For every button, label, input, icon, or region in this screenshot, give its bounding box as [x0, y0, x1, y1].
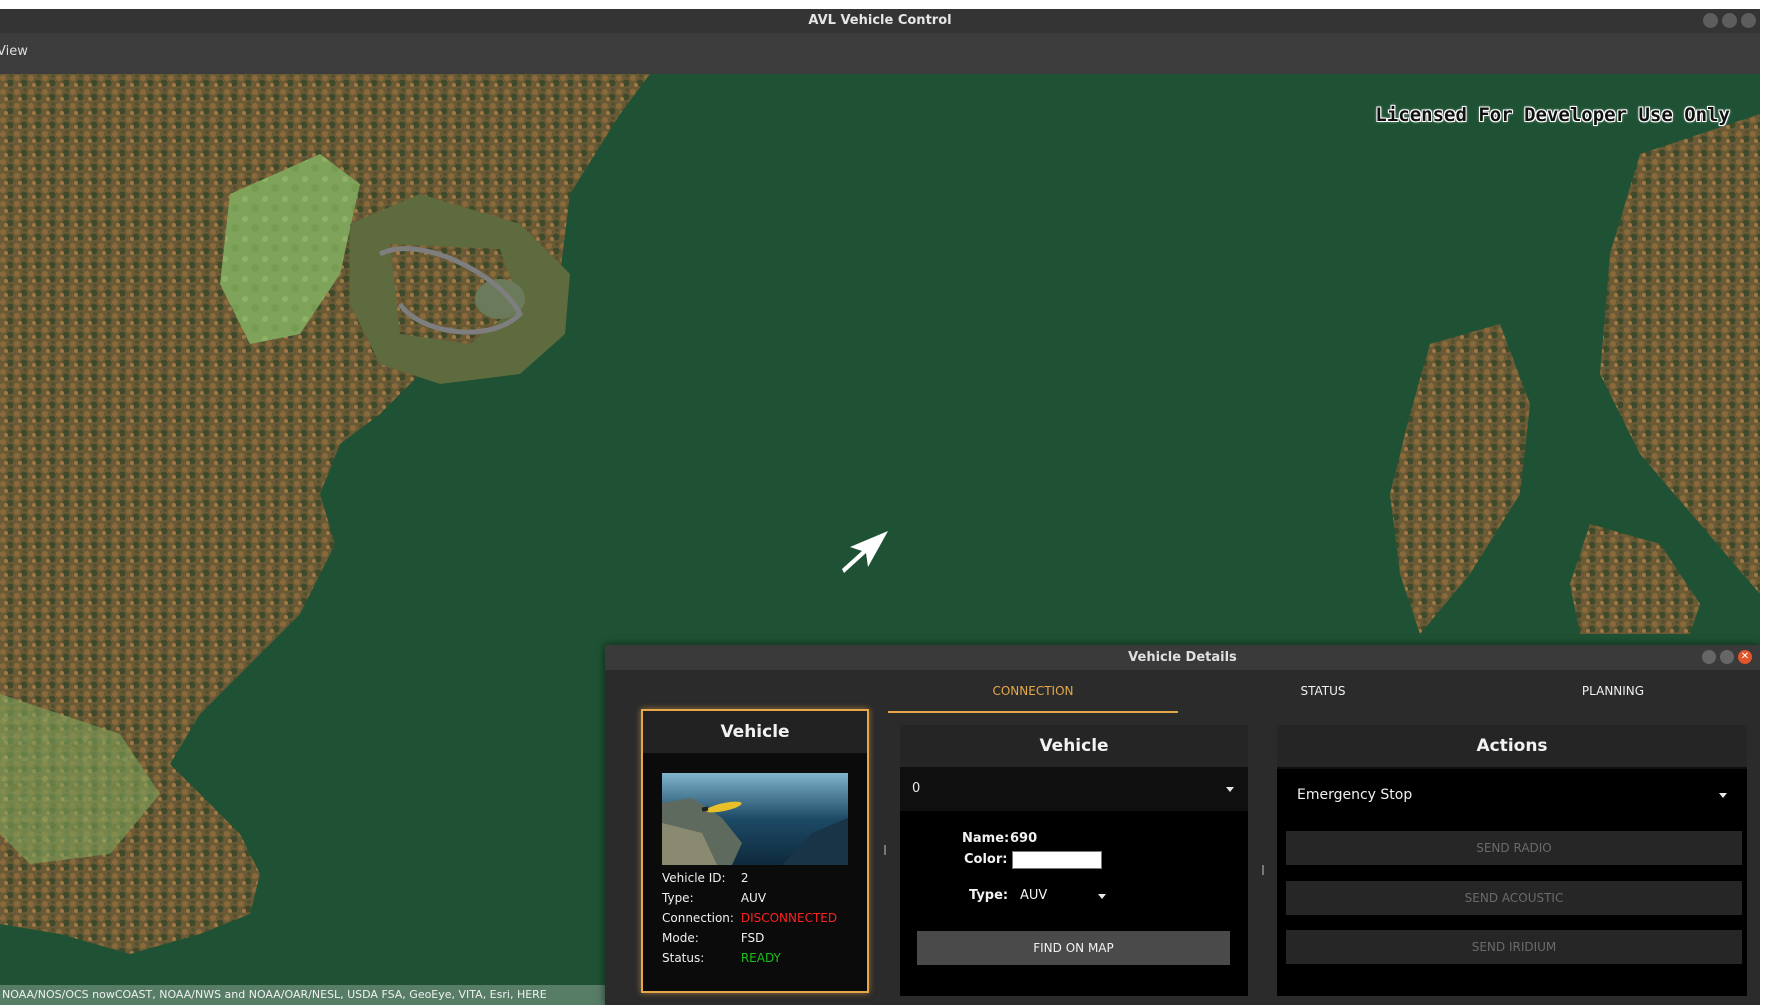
action-select-value: Emergency Stop: [1297, 787, 1413, 803]
window-controls: [1703, 13, 1756, 28]
map-attribution: NOAA/NOS/OCS nowCOAST, NOAA/NWS and NOAA…: [0, 985, 606, 1005]
vehicle-card-title: Vehicle: [643, 711, 867, 753]
find-on-map-button[interactable]: FIND ON MAP: [917, 931, 1230, 965]
actions-panel: Actions Emergency Stop SEND RADIO SEND A…: [1277, 725, 1747, 996]
status-value: READY: [740, 951, 781, 965]
right-splitter-handle[interactable]: [1262, 865, 1264, 875]
maximize-button[interactable]: [1722, 13, 1737, 28]
chevron-down-icon: [1719, 793, 1727, 798]
dialog-titlebar: Vehicle Details ✕: [605, 645, 1760, 670]
chevron-down-icon: [1226, 787, 1234, 792]
menu-view[interactable]: View: [0, 44, 28, 59]
vehicle-type-row: Type: AUV: [662, 891, 766, 905]
send-iridium-button[interactable]: SEND IRIDIUM: [1286, 930, 1742, 964]
vehicle-panel-title: Vehicle: [900, 725, 1248, 767]
vehicle-type-label: Type:: [662, 891, 694, 905]
mode-label: Mode:: [662, 931, 699, 945]
connection-label: Connection:: [662, 911, 734, 925]
status-label: Status:: [662, 951, 705, 965]
window-title: AVL Vehicle Control: [808, 13, 952, 28]
dialog-minimize-button[interactable]: [1702, 650, 1716, 664]
connection-status-value: DISCONNECTED: [740, 911, 838, 925]
vehicle-id-label: Vehicle ID:: [662, 871, 726, 885]
vehicle-fields: Name: 690 Color: Type: AUV FIND ON MAP: [900, 811, 1248, 996]
type-label: Type:: [969, 888, 1009, 903]
name-label: Name:: [962, 831, 1010, 846]
vehicle-select-dropdown[interactable]: 0: [900, 769, 1248, 809]
dialog-maximize-button[interactable]: [1720, 650, 1734, 664]
send-radio-button[interactable]: SEND RADIO: [1286, 831, 1742, 865]
dialog-controls: ✕: [1702, 650, 1752, 664]
menu-bar: View: [0, 33, 1760, 74]
action-select-dropdown[interactable]: Emergency Stop: [1277, 769, 1747, 821]
action-buttons: SEND RADIO SEND ACOUSTIC SEND IRIDIUM: [1277, 821, 1747, 996]
window-titlebar: AVL Vehicle Control: [0, 9, 1760, 33]
send-acoustic-button[interactable]: SEND ACOUSTIC: [1286, 881, 1742, 915]
close-button[interactable]: [1741, 13, 1756, 28]
vehicle-thumbnail: [662, 773, 848, 865]
vehicle-type-value: AUV: [740, 891, 767, 905]
mode-row: Mode: FSD: [662, 931, 764, 945]
type-select-dropdown[interactable]: AUV: [1020, 885, 1120, 907]
chevron-down-icon: [1098, 894, 1106, 899]
mode-value: FSD: [740, 931, 765, 945]
app-window: AVL Vehicle Control View Licensed For De…: [0, 9, 1760, 1005]
type-select-value: AUV: [1020, 888, 1048, 903]
name-value: 690: [1010, 831, 1038, 846]
minimize-button[interactable]: [1703, 13, 1718, 28]
tab-connection[interactable]: CONNECTION: [888, 675, 1178, 713]
dialog-close-button[interactable]: ✕: [1738, 650, 1752, 664]
color-label: Color:: [964, 852, 1008, 867]
connection-row: Connection: DISCONNECTED: [662, 911, 837, 925]
vehicle-card[interactable]: Vehicle Vehicle ID: 2 Type: AUV Connecti…: [641, 709, 869, 993]
details-tabs: CONNECTION STATUS PLANNING: [888, 675, 1760, 713]
tab-planning[interactable]: PLANNING: [1468, 675, 1758, 711]
map-watermark: Licensed For Developer Use Only: [1375, 104, 1730, 126]
actions-panel-title: Actions: [1277, 725, 1747, 767]
vehicle-details-dialog: Vehicle Details ✕ Vehicle Vehicle ID: 2 …: [605, 645, 1760, 1005]
dialog-title: Vehicle Details: [1128, 650, 1237, 665]
vehicle-id-row: Vehicle ID: 2: [662, 871, 748, 885]
vehicle-id-value: 2: [740, 871, 749, 885]
left-splitter-handle[interactable]: [884, 845, 886, 855]
vehicle-select-value: 0: [912, 781, 921, 796]
color-swatch[interactable]: [1012, 851, 1102, 869]
vehicle-panel: Vehicle 0 Name: 690 Color: Type: AUV FIN…: [900, 725, 1248, 996]
status-row: Status: READY: [662, 951, 781, 965]
tab-status[interactable]: STATUS: [1178, 675, 1468, 711]
